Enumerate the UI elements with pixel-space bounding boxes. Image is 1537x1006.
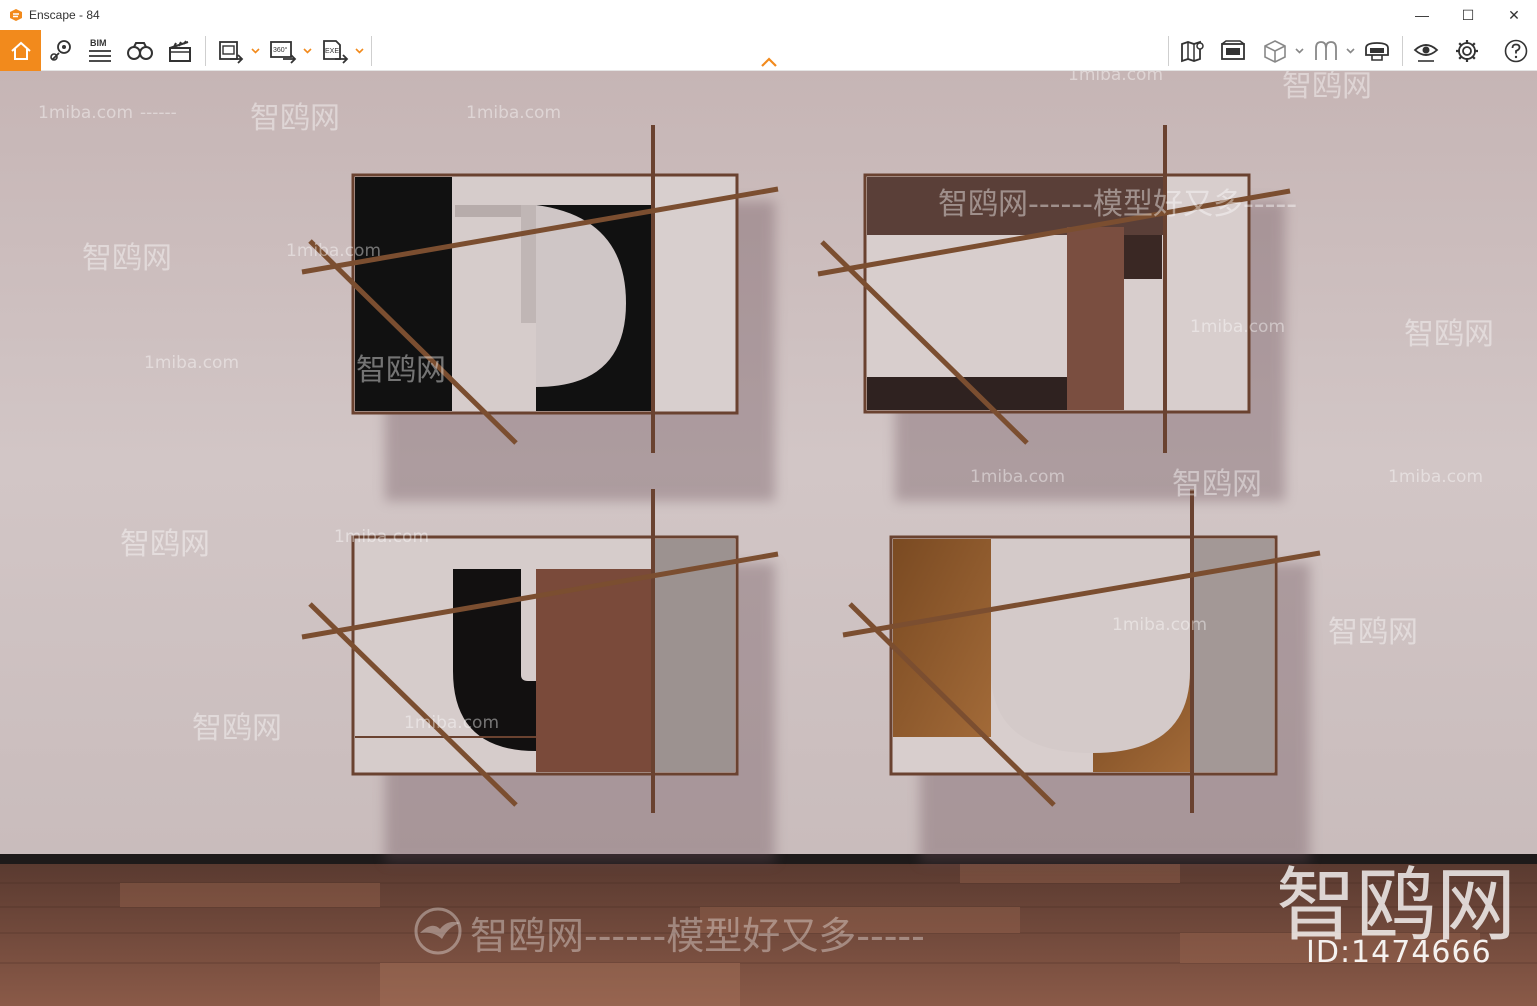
safe-frame-button[interactable] xyxy=(1309,33,1343,69)
watermark-site: 1miba.com xyxy=(1190,317,1286,337)
walk-mode-button[interactable] xyxy=(123,33,157,69)
window-controls: — ☐ ✕ xyxy=(1399,0,1537,30)
watermark-brand: 智鸥网 xyxy=(120,527,210,562)
watermark-brand: 智鸥网 xyxy=(1172,467,1262,502)
chevron-down-icon[interactable] xyxy=(251,46,260,55)
maximize-button[interactable]: ☐ xyxy=(1445,0,1491,30)
bim-icon: BIM xyxy=(89,38,111,62)
title-bar: Enscape - 84 — ☐ ✕ xyxy=(0,0,1537,30)
pano-label: 360° xyxy=(273,46,288,54)
visual-settings-eye-button[interactable] xyxy=(1409,33,1443,69)
watermark-site: 1miba.com xyxy=(466,103,562,123)
collapse-toolbar-chevron-up-icon[interactable] xyxy=(760,56,778,68)
watermark-slogan-floor: 智鸥网------模型好又多----- xyxy=(470,914,925,958)
watermark-site: 1miba.com xyxy=(1388,467,1484,487)
minimize-button[interactable]: — xyxy=(1399,0,1445,30)
home-button[interactable] xyxy=(0,30,41,71)
watermark-site: 1miba.com xyxy=(144,353,240,373)
toolbar-separator xyxy=(1402,36,1403,66)
settings-button[interactable] xyxy=(1450,33,1484,69)
watermark-slogan: 智鸥网------模型好又多----- xyxy=(938,187,1298,222)
home-icon xyxy=(10,41,31,60)
cube-icon xyxy=(1264,40,1286,63)
panorama-360-icon: 360° xyxy=(270,41,297,64)
exe-export-icon: EXE xyxy=(323,40,349,64)
watermark-site: 1miba.com xyxy=(286,241,382,261)
watermark-site: 1miba.com xyxy=(38,103,134,123)
exe-label: EXE xyxy=(325,48,339,55)
bim-label: BIM xyxy=(90,38,107,48)
vr-headset-icon xyxy=(1365,42,1389,61)
window-title: Enscape - 84 xyxy=(29,8,100,22)
close-button[interactable]: ✕ xyxy=(1491,0,1537,30)
panorama-export-button[interactable]: 360° xyxy=(265,33,299,69)
location-pin-icon xyxy=(50,40,71,61)
help-button[interactable] xyxy=(1499,33,1533,69)
render-viewport[interactable]: 1miba.com ------ 智鸥网 1miba.com 1miba.com… xyxy=(0,71,1537,1006)
bim-button[interactable]: BIM xyxy=(83,33,117,69)
views-button[interactable] xyxy=(44,33,78,69)
view-cube-button[interactable] xyxy=(1258,33,1292,69)
watermark-brand: 智鸥网 xyxy=(1328,615,1418,650)
eye-icon xyxy=(1413,44,1439,62)
screenshot-export-button[interactable] xyxy=(213,33,247,69)
watermark-brand: 智鸥网 xyxy=(192,711,282,746)
clapperboard-icon xyxy=(169,40,191,62)
toolbar: BIM 360° EXE xyxy=(0,30,1537,71)
image-export-icon xyxy=(219,41,244,64)
watermark-dashes: ------ xyxy=(140,103,177,123)
seagull-logo-icon xyxy=(414,907,462,955)
watermark-site: 1miba.com xyxy=(404,713,500,733)
gear-icon xyxy=(1456,40,1478,62)
vr-headset-button[interactable] xyxy=(1360,33,1394,69)
toolbar-separator xyxy=(205,36,206,66)
watermark-site: 1miba.com xyxy=(334,527,430,547)
enscape-logo-icon xyxy=(10,9,22,21)
toolbar-separator xyxy=(1168,36,1169,66)
watermark-brand: 智鸥网 xyxy=(250,101,340,136)
watermark-id: ID:1474666 xyxy=(1306,935,1492,970)
binoculars-icon xyxy=(127,42,153,60)
chevron-down-icon[interactable] xyxy=(355,46,364,55)
watermark-brand: 智鸥网 xyxy=(1404,317,1494,352)
watermark-site: 1miba.com xyxy=(1068,71,1164,85)
chevron-down-icon[interactable] xyxy=(1295,46,1304,55)
watermark-site: 1miba.com xyxy=(1112,615,1208,635)
help-question-icon xyxy=(1504,39,1528,63)
map-button[interactable] xyxy=(1176,33,1210,69)
toolbar-separator xyxy=(371,36,372,66)
watermark-brand: 智鸥网 xyxy=(82,241,172,276)
watermark-brand: 智鸥网 xyxy=(356,353,446,388)
map-icon xyxy=(1181,40,1204,63)
chevron-down-icon[interactable] xyxy=(1346,46,1355,55)
watermark-site: 1miba.com xyxy=(970,467,1066,487)
exe-export-button[interactable]: EXE xyxy=(317,33,351,69)
watermark-brand: 智鸥网 xyxy=(1282,71,1372,104)
chevron-down-icon[interactable] xyxy=(303,46,312,55)
arches-icon xyxy=(1315,41,1337,60)
asset-library-button[interactable] xyxy=(1216,33,1250,69)
video-editor-button[interactable] xyxy=(163,33,197,69)
asset-library-icon xyxy=(1221,40,1245,60)
